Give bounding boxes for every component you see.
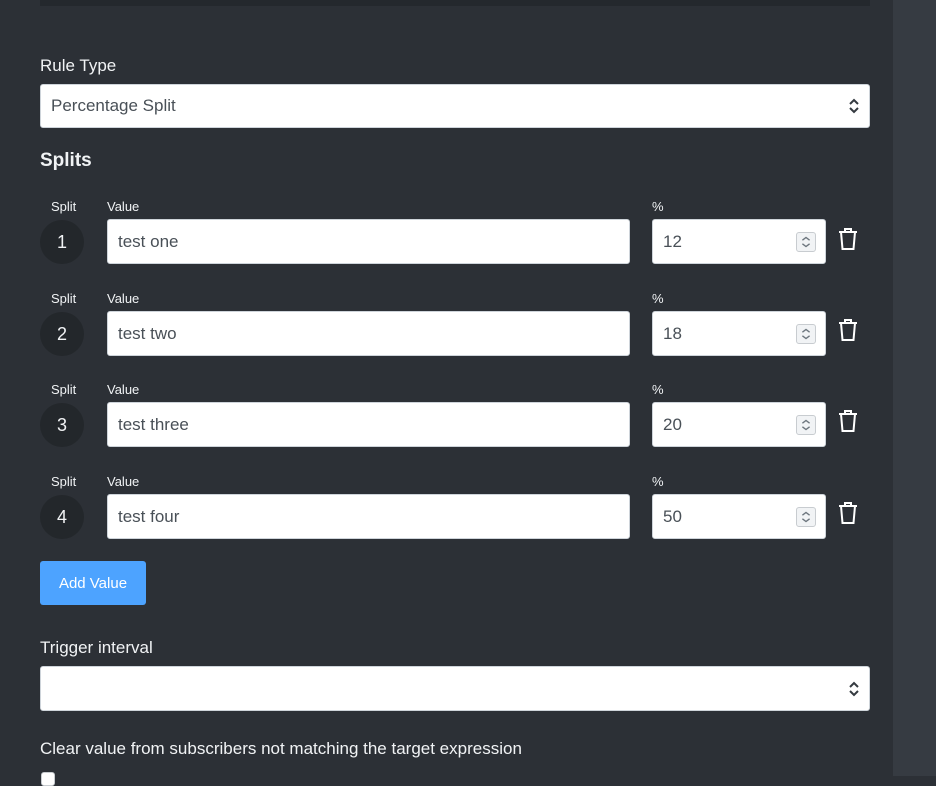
split-number-badge: 2 bbox=[40, 312, 84, 356]
number-spinner[interactable] bbox=[796, 506, 816, 527]
clear-value-checkbox[interactable] bbox=[41, 772, 55, 786]
split-value-text: test two bbox=[118, 323, 177, 343]
value-label: Value bbox=[107, 291, 140, 306]
spinner-arrows-icon bbox=[801, 236, 811, 247]
rule-type-value: Percentage Split bbox=[51, 96, 176, 115]
split-percent-input[interactable]: 20 bbox=[652, 402, 826, 447]
percent-label: % bbox=[652, 291, 664, 306]
split-label: Split bbox=[51, 474, 77, 489]
spinner-arrows-icon bbox=[801, 511, 811, 522]
add-value-button[interactable]: Add Value bbox=[40, 561, 146, 605]
top-panel-edge bbox=[40, 0, 870, 6]
split-value-text: test one bbox=[118, 231, 179, 251]
split-value-input[interactable]: test two bbox=[107, 311, 630, 356]
split-label: Split bbox=[51, 199, 77, 214]
split-value-input[interactable]: test four bbox=[107, 494, 630, 539]
trash-icon[interactable] bbox=[837, 501, 859, 525]
trigger-interval-select[interactable] bbox=[40, 666, 870, 711]
value-label: Value bbox=[107, 474, 140, 489]
spinner-arrows-icon bbox=[801, 328, 811, 339]
split-value-input[interactable]: test three bbox=[107, 402, 630, 447]
percent-label: % bbox=[652, 199, 664, 214]
clear-value-label: Clear value from subscribers not matchin… bbox=[40, 739, 522, 758]
spinner-arrows-icon bbox=[801, 419, 811, 430]
split-percent-text: 50 bbox=[663, 506, 682, 526]
split-number-badge: 3 bbox=[40, 403, 84, 447]
split-label: Split bbox=[51, 291, 77, 306]
number-spinner[interactable] bbox=[796, 231, 816, 252]
split-percent-input[interactable]: 18 bbox=[652, 311, 826, 356]
split-value-text: test three bbox=[118, 414, 189, 434]
split-percent-text: 12 bbox=[663, 231, 682, 251]
split-value-text: test four bbox=[118, 506, 180, 526]
splits-heading: Splits bbox=[40, 150, 92, 171]
split-value-input[interactable]: test one bbox=[107, 219, 630, 264]
rule-type-label: Rule Type bbox=[40, 56, 117, 75]
split-percent-input[interactable]: 50 bbox=[652, 494, 826, 539]
rule-type-select[interactable]: Percentage Split bbox=[40, 84, 870, 128]
right-scroll-area bbox=[893, 0, 936, 776]
percent-label: % bbox=[652, 382, 664, 397]
value-label: Value bbox=[107, 382, 140, 397]
split-number-badge: 1 bbox=[40, 220, 84, 264]
split-percent-text: 20 bbox=[663, 414, 682, 434]
split-label: Split bbox=[51, 382, 77, 397]
trash-icon[interactable] bbox=[837, 409, 859, 433]
percent-label: % bbox=[652, 474, 664, 489]
trigger-interval-label: Trigger interval bbox=[40, 638, 153, 657]
select-caret-icon bbox=[849, 98, 859, 114]
value-label: Value bbox=[107, 199, 140, 214]
number-spinner[interactable] bbox=[796, 323, 816, 344]
trash-icon[interactable] bbox=[837, 318, 859, 342]
trash-icon[interactable] bbox=[837, 227, 859, 251]
number-spinner[interactable] bbox=[796, 414, 816, 435]
split-number-badge: 4 bbox=[40, 495, 84, 539]
split-percent-input[interactable]: 12 bbox=[652, 219, 826, 264]
split-percent-text: 18 bbox=[663, 323, 682, 343]
select-caret-icon bbox=[849, 681, 859, 696]
